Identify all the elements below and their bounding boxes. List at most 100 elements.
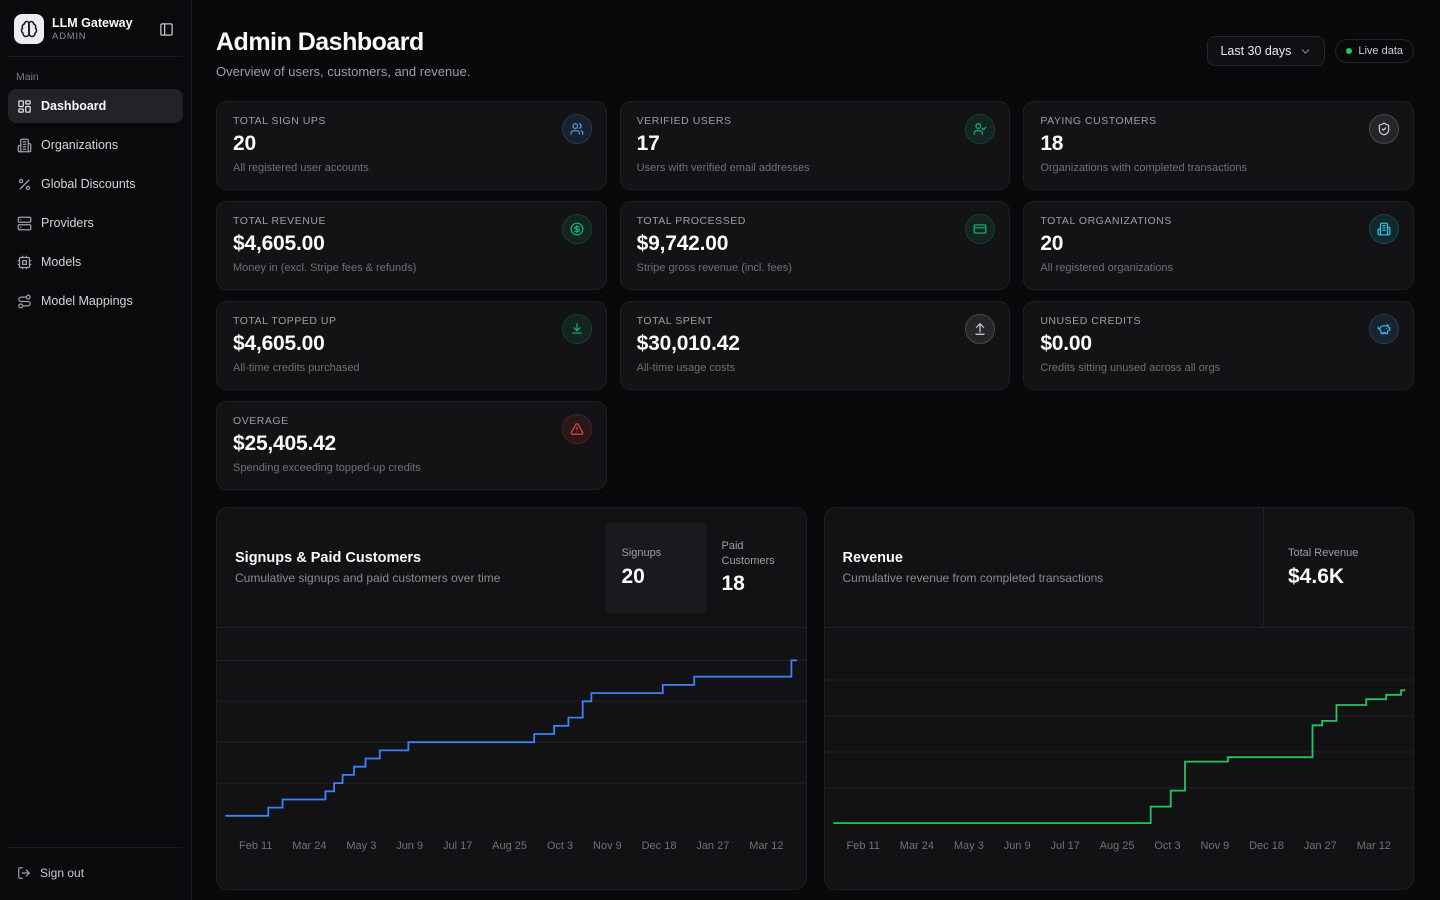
dashboard-icon: [17, 99, 32, 114]
x-axis-label: Mar 12: [749, 840, 783, 852]
series-line-signups: [225, 660, 797, 815]
date-range-value: Last 30 days: [1220, 44, 1291, 58]
brand-name: LLM Gateway: [52, 16, 147, 32]
cpu-icon: [17, 255, 32, 270]
sidebar-item-models[interactable]: Models: [8, 245, 183, 279]
stat-value: $4,605.00: [233, 232, 590, 256]
x-axis-label: Mar 24: [292, 840, 326, 852]
sidebar-footer: Sign out: [8, 847, 183, 888]
sidebar-nav: Dashboard Organizations Global Discounts…: [8, 89, 183, 318]
sidebar-item-global-discounts[interactable]: Global Discounts: [8, 167, 183, 201]
x-axis-label: Jul 17: [1050, 840, 1079, 852]
stat-description: Users with verified email addresses: [637, 162, 994, 174]
stat-description: Stripe gross revenue (incl. fees): [637, 262, 994, 274]
piggy-bank-icon: [1369, 314, 1399, 344]
stat-label: TOTAL PROCESSED: [637, 215, 994, 227]
shield-check-icon: [1369, 114, 1399, 144]
signups-chart-body: Feb 11Mar 24May 3Jun 9Jul 17Aug 25Oct 3N…: [217, 628, 806, 889]
date-range-selector[interactable]: Last 30 days: [1207, 36, 1325, 66]
live-data-badge: Live data: [1335, 39, 1414, 63]
header-controls: Last 30 days Live data: [1207, 36, 1414, 66]
revenue-x-axis: Feb 11Mar 24May 3Jun 9Jul 17Aug 25Oct 3N…: [825, 834, 1414, 852]
stat-cards-grid: TOTAL SIGN UPS 20 All registered user ac…: [216, 101, 1414, 490]
signups-chart-header: Signups & Paid Customers Cumulative sign…: [217, 508, 806, 628]
total-revenue-value: $4.6K: [1288, 565, 1389, 589]
building-icon: [17, 138, 32, 153]
revenue-chart-body: Feb 11Mar 24May 3Jun 9Jul 17Aug 25Oct 3N…: [825, 628, 1414, 889]
stat-label: OVERAGE: [233, 415, 590, 427]
revenue-chart-card: Revenue Cumulative revenue from complete…: [824, 507, 1415, 890]
chart-subtitle: Cumulative revenue from completed transa…: [843, 571, 1246, 585]
stat-card-overage: OVERAGE $25,405.42 Spending exceeding to…: [216, 401, 607, 490]
sidebar-item-organizations[interactable]: Organizations: [8, 128, 183, 162]
x-axis-label: Jan 27: [696, 840, 729, 852]
building-icon: [1369, 214, 1399, 244]
stat-value: 17: [637, 132, 994, 156]
series-toggle-value: 20: [622, 565, 690, 589]
x-axis-label: Dec 18: [642, 840, 677, 852]
log-out-icon: [17, 866, 31, 880]
x-axis-label: Feb 11: [847, 840, 880, 852]
sign-out-button[interactable]: Sign out: [8, 858, 183, 888]
x-axis-label: Jul 17: [443, 840, 472, 852]
x-axis-label: Mar 12: [1357, 840, 1391, 852]
sidebar-item-label: Providers: [41, 216, 94, 230]
stat-label: VERIFIED USERS: [637, 115, 994, 127]
stat-card-total-organizations: TOTAL ORGANIZATIONS 20 All registered or…: [1023, 201, 1414, 290]
paid-customers-series-toggle[interactable]: Paid Customers 18: [706, 523, 806, 613]
stat-label: TOTAL SPENT: [637, 315, 994, 327]
chart-title: Revenue: [843, 550, 1246, 566]
brand: LLM Gateway ADMIN: [8, 10, 183, 57]
chart-subtitle: Cumulative signups and paid customers ov…: [235, 571, 588, 585]
stat-value: $4,605.00: [233, 332, 590, 356]
x-axis-label: Feb 11: [239, 840, 272, 852]
x-axis-label: Nov 9: [1201, 840, 1230, 852]
stat-label: TOTAL ORGANIZATIONS: [1040, 215, 1397, 227]
sidebar-item-label: Global Discounts: [41, 177, 136, 191]
signups-chart-titles: Signups & Paid Customers Cumulative sign…: [217, 508, 606, 627]
revenue-step-chart: [825, 634, 1414, 834]
stat-card-total-topped-up: TOTAL TOPPED UP $4,605.00 All-time credi…: [216, 301, 607, 390]
chevron-down-icon: [1299, 45, 1312, 58]
sidebar-item-providers[interactable]: Providers: [8, 206, 183, 240]
server-icon: [17, 216, 32, 231]
dollar-circle-icon: [562, 214, 592, 244]
x-axis-label: Jun 9: [396, 840, 423, 852]
stat-card-verified-users: VERIFIED USERS 17 Users with verified em…: [620, 101, 1011, 190]
series-toggle-label: Paid Customers: [722, 539, 790, 568]
stat-value: 18: [1040, 132, 1397, 156]
signups-series-toggle[interactable]: Signups 20: [606, 523, 706, 613]
stat-description: All registered user accounts: [233, 162, 590, 174]
sidebar-spacer: [8, 318, 183, 847]
chart-title: Signups & Paid Customers: [235, 550, 588, 566]
stat-card-total-sign-ups: TOTAL SIGN UPS 20 All registered user ac…: [216, 101, 607, 190]
stat-description: Credits sitting unused across all orgs: [1040, 362, 1397, 374]
stat-description: All registered organizations: [1040, 262, 1397, 274]
total-revenue-stat: Total Revenue $4.6K: [1263, 508, 1413, 627]
charts-row: Signups & Paid Customers Cumulative sign…: [216, 507, 1414, 890]
x-axis-label: Oct 3: [1154, 840, 1180, 852]
signups-chart-card: Signups & Paid Customers Cumulative sign…: [216, 507, 807, 890]
sidebar-item-model-mappings[interactable]: Model Mappings: [8, 284, 183, 318]
live-dot-icon: [1346, 48, 1352, 54]
stat-description: All-time credits purchased: [233, 362, 590, 374]
sidebar-collapse-button[interactable]: [155, 18, 177, 40]
signups-x-axis: Feb 11Mar 24May 3Jun 9Jul 17Aug 25Oct 3N…: [217, 834, 806, 852]
total-revenue-label: Total Revenue: [1288, 546, 1389, 560]
stat-card-unused-credits: UNUSED CREDITS $0.00 Credits sitting unu…: [1023, 301, 1414, 390]
brand-text: LLM Gateway ADMIN: [52, 16, 147, 43]
x-axis-label: Dec 18: [1249, 840, 1284, 852]
sidebar-item-dashboard[interactable]: Dashboard: [8, 89, 183, 123]
stat-label: TOTAL SIGN UPS: [233, 115, 590, 127]
stat-value: $25,405.42: [233, 432, 590, 456]
sidebar-item-label: Organizations: [41, 138, 118, 152]
stat-label: TOTAL REVENUE: [233, 215, 590, 227]
stat-value: $9,742.00: [637, 232, 994, 256]
stat-value: $0.00: [1040, 332, 1397, 356]
stat-card-total-spent: TOTAL SPENT $30,010.42 All-time usage co…: [620, 301, 1011, 390]
stat-label: PAYING CUSTOMERS: [1040, 115, 1397, 127]
signups-step-chart: [217, 634, 806, 834]
x-axis-label: May 3: [346, 840, 376, 852]
sidebar-item-label: Model Mappings: [41, 294, 133, 308]
percent-icon: [17, 177, 32, 192]
